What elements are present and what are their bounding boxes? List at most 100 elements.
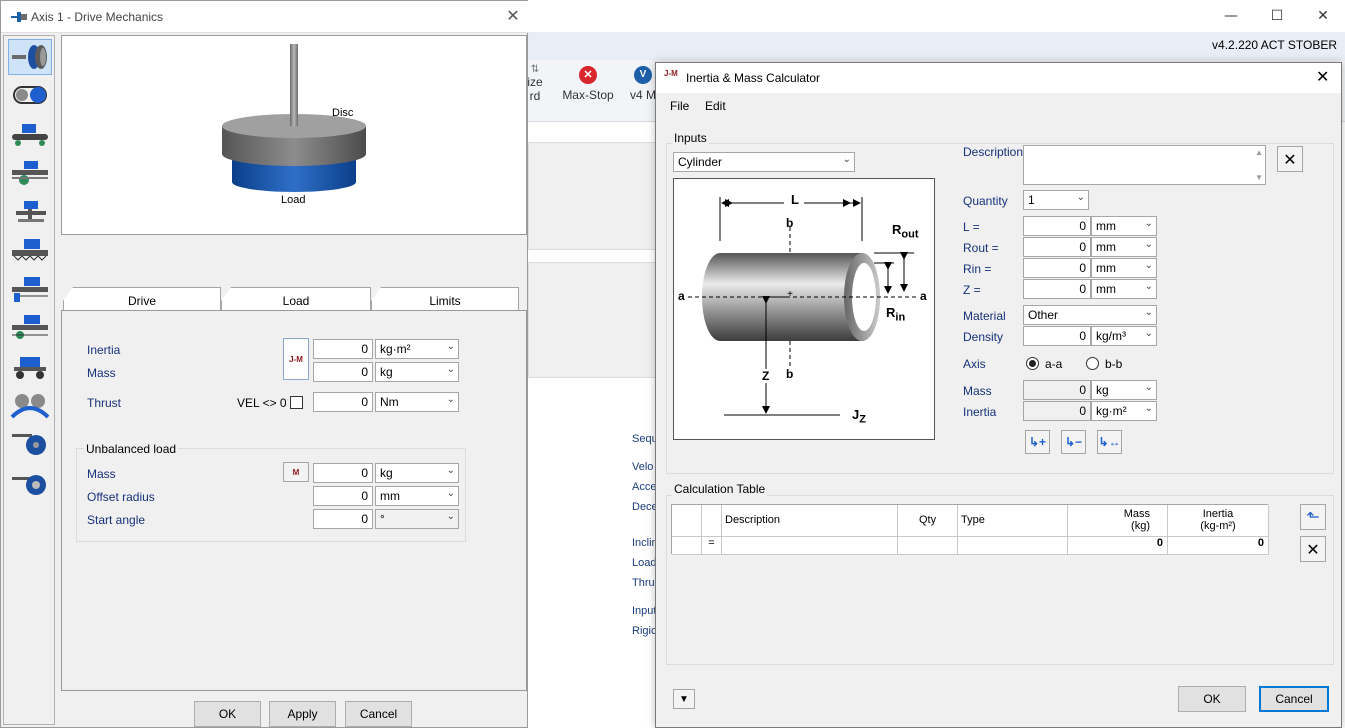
mechanism-lift-icon[interactable] [8,193,52,229]
calculator-titlebar: J-M Inertia & Mass Calculator ✕ [656,63,1341,93]
ok-button[interactable]: OK [194,701,261,727]
inertia-input[interactable]: 0 [313,339,373,359]
mechanism-linear-icon[interactable] [8,309,52,345]
inertia-mass-calculator-button[interactable]: J-M [283,338,309,380]
ok-button[interactable]: OK [1178,686,1246,712]
mechanism-belt-icon[interactable] [8,77,52,113]
subtract-row-button[interactable]: ↳− [1061,430,1086,454]
mechanism-screw-vertical-icon[interactable] [8,271,52,307]
bg-label: Velo [632,461,654,473]
clear-description-button[interactable]: ✕ [1277,146,1303,172]
unit-text: mm [1096,261,1116,275]
material-select[interactable]: Other ⌄ [1023,305,1157,325]
material-label: Material [963,309,1006,323]
mass-input[interactable]: 0 [313,362,373,382]
chevron-down-icon: ⌄ [446,364,455,375]
quantity-select[interactable]: 1 ⌄ [1023,190,1089,210]
cancel-button[interactable]: Cancel [1259,686,1329,712]
shape-select[interactable]: Cylinder ⌄ [673,152,855,172]
table-header-description: Description [722,505,898,537]
l-input[interactable]: 0 [1023,216,1091,236]
mechanism-disc-icon[interactable] [8,39,52,75]
chevron-down-icon: ⌄ [1144,218,1153,229]
description-input[interactable]: ▲ ▼ [1023,145,1266,185]
unit-text: mm [380,489,400,503]
mechanism-toolbar [3,35,55,725]
rin-unit-select[interactable]: mm ⌄ [1091,258,1157,278]
inertia-unit-select[interactable]: kg·m² ⌄ [1091,401,1157,421]
mass-unit-select[interactable]: kg ⌄ [375,362,459,382]
tab-load[interactable]: Load [221,287,371,311]
transfer-up-button[interactable]: ⬑ [1300,504,1326,530]
replace-row-button[interactable]: ↳↔ [1097,430,1122,454]
mechanism-screw-icon[interactable] [8,233,52,269]
max-stop-button[interactable]: ✕ Max-Stop [558,66,618,102]
unbalanced-mass-calculator-button[interactable]: M [283,462,309,482]
menu-file[interactable]: File [670,99,689,113]
unbalanced-mass-input[interactable]: 0 [313,463,373,483]
header-mass-unit: (kg) [1131,520,1150,532]
inputs-title: Inputs [672,131,709,145]
density-unit-select[interactable]: kg/m³ ⌄ [1091,326,1157,346]
mechanism-unwinder-icon[interactable] [8,465,52,501]
menu-edit[interactable]: Edit [705,99,726,113]
mechanism-conveyor-icon[interactable] [8,117,52,153]
diagram-label-b: b [786,367,794,381]
v4-button[interactable]: V v4 M [628,66,658,102]
background-panel [528,262,658,378]
start-angle-unit-select[interactable]: ° ⌄ [375,509,459,529]
menu-bar [656,93,1341,119]
delete-row-button[interactable]: ✕ [1300,536,1326,562]
minimize-icon[interactable]: — [1208,0,1254,32]
close-icon[interactable]: ✕ [1300,0,1345,32]
close-icon[interactable]: ✕ [501,6,525,28]
unit-text: kg [380,365,393,379]
thrust-input[interactable]: 0 [313,392,373,412]
z-input[interactable]: 0 [1023,279,1091,299]
rout-unit-select[interactable]: mm ⌄ [1091,237,1157,257]
diagram-label-jz: JZ [852,407,866,426]
subtract-row-icon: ↳− [1064,435,1083,449]
apply-button[interactable]: Apply [269,701,336,727]
table-row-selector[interactable] [672,537,702,555]
axis-aa-label: a-a [1045,357,1063,371]
offset-radius-unit-select[interactable]: mm ⌄ [375,486,459,506]
thrust-unit-select[interactable]: Nm ⌄ [375,392,459,412]
maximize-icon[interactable]: ☐ [1254,0,1300,32]
cancel-button[interactable]: Cancel [345,701,412,727]
chevron-down-icon: ⌄ [1144,403,1153,414]
l-unit-select[interactable]: mm ⌄ [1091,216,1157,236]
mass-unit-select[interactable]: kg ⌄ [1091,380,1157,400]
replace-row-icon: ↳↔ [1098,435,1121,449]
vel-checkbox[interactable] [290,396,303,409]
unbalanced-mass-label: Mass [87,467,116,481]
background-panel [528,142,658,250]
scroll-down-icon[interactable]: ▼ [1255,173,1263,182]
mechanism-winder-icon[interactable] [8,425,52,461]
z-unit-select[interactable]: mm ⌄ [1091,279,1157,299]
rout-input[interactable]: 0 [1023,237,1091,257]
tab-drive[interactable]: Drive [63,287,221,311]
chevron-down-icon: ⌄ [1144,328,1153,339]
mechanism-rack-icon[interactable] [8,155,52,191]
density-input[interactable]: 0 [1023,326,1091,346]
start-angle-input[interactable]: 0 [313,509,373,529]
scroll-up-icon[interactable]: ▲ [1255,148,1263,157]
axis-label: Axis [963,357,986,371]
inertia-unit-select[interactable]: kg·m² ⌄ [375,339,459,359]
mechanism-roller-icon[interactable] [8,387,52,423]
calculation-table-title: Calculation Table [672,482,768,496]
expand-button[interactable]: ▼ [673,689,695,709]
axis-aa-radio[interactable] [1026,357,1039,370]
rin-input[interactable]: 0 [1023,258,1091,278]
unbalanced-mass-unit-select[interactable]: kg ⌄ [375,463,459,483]
close-icon[interactable]: ✕ [1316,67,1329,86]
load-label: Load [281,194,306,206]
mechanism-cart-icon[interactable] [8,349,52,385]
header-mass-text: Mass [1123,508,1150,520]
svg-text:+: + [787,289,793,300]
offset-radius-input[interactable]: 0 [313,486,373,506]
axis-bb-radio[interactable] [1086,357,1099,370]
add-row-button[interactable]: ↳+ [1025,430,1050,454]
tab-limits[interactable]: Limits [371,287,519,311]
